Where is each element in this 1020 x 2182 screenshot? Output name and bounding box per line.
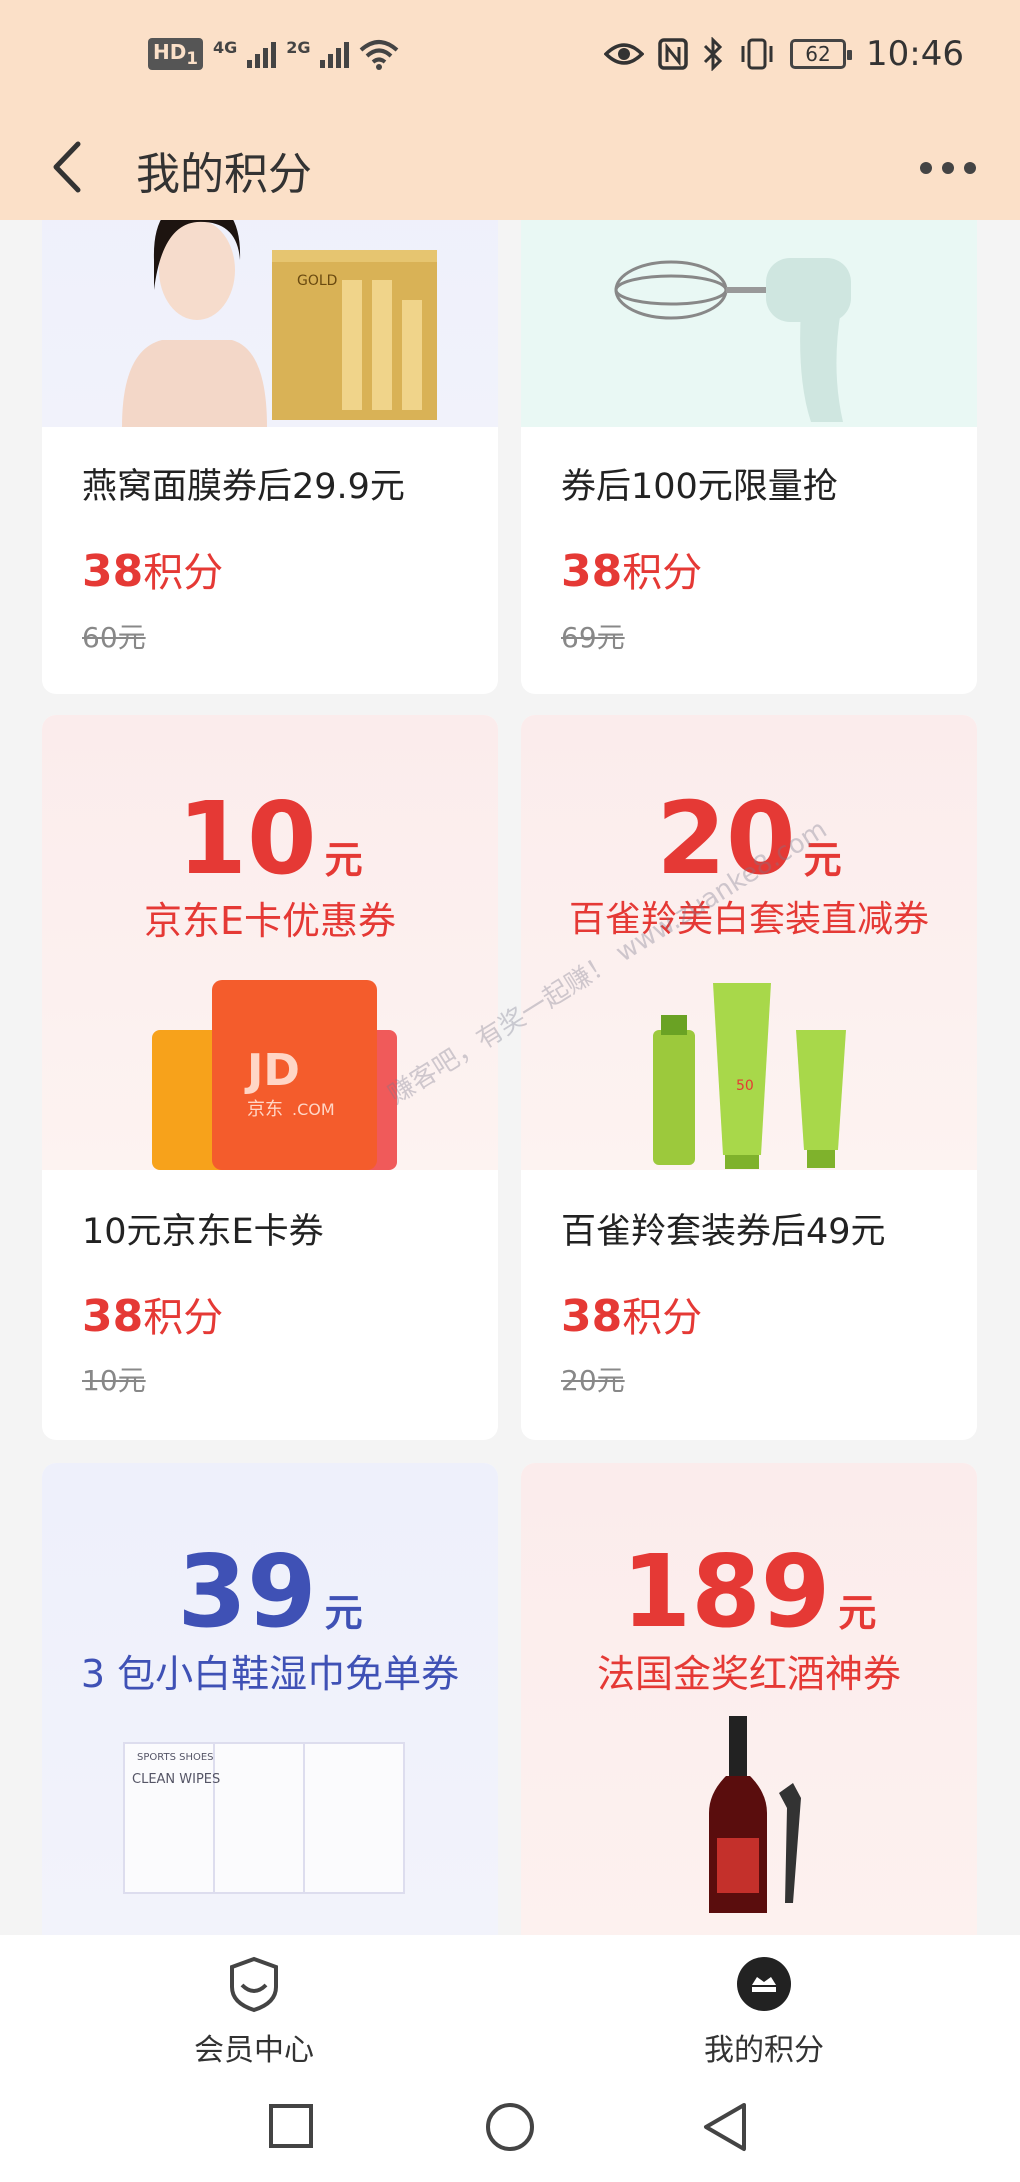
wipes-title: CLEAN WIPES [132, 1772, 220, 1787]
product-image-wipes: 39 元 3 包小白鞋湿巾免单券 SPORTS SHOES CLEAN WIPES [42, 1463, 498, 1935]
product-name: 10元京东E卡券 [82, 1212, 324, 1252]
hd-badge: HD1 [148, 38, 203, 70]
status-bar: HD1 4G 2G 62 10:46 [0, 0, 1020, 120]
original-price: 10元 [82, 1364, 146, 1397]
clock: 10:46 [866, 34, 964, 74]
recent-apps-icon[interactable] [268, 2103, 314, 2149]
jd-card-logo: JD [244, 1045, 300, 1096]
product-name: 券后100元限量抢 [561, 467, 838, 507]
product-name: 百雀羚套装券后49元 [561, 1212, 886, 1252]
shield-face-icon [230, 1956, 278, 2013]
mask-box-text: GOLD [297, 273, 337, 289]
network-2g-label: 2G [286, 38, 311, 57]
back-arrow-icon[interactable] [40, 132, 100, 202]
product-image-pechoin: 20 元 百雀羚美白套装直减券 50 [521, 715, 977, 1170]
points-price: 38积分 [561, 546, 703, 597]
product-card[interactable]: 券后100元限量抢 38积分 69元 [521, 150, 977, 694]
product-card[interactable]: 20 元 百雀羚美白套装直减券 50 百雀羚套装券后49元 38积分 20元 [521, 715, 977, 1440]
wipes-brand: SPORTS SHOES [137, 1752, 214, 1763]
nfc-icon [658, 38, 688, 70]
page-title: 我的积分 [136, 149, 312, 200]
points-price: 38积分 [82, 546, 224, 597]
bottle-spf-text: 50 [736, 1078, 754, 1094]
points-price: 38积分 [82, 1291, 224, 1342]
original-price: 60元 [82, 621, 146, 654]
jd-card-domain: .COM [292, 1100, 335, 1119]
product-name: 燕窝面膜券后29.9元 [82, 467, 405, 507]
product-image-jd-card: 10 元 京东E卡优惠券 JD 京东 .COM [42, 715, 498, 1170]
jd-card-sub: 京东 [247, 1099, 283, 1120]
nav-my-points[interactable]: 我的积分 [614, 1955, 914, 2069]
bottom-nav: 会员中心 我的积分 [0, 1935, 1020, 2075]
app-header: 我的积分 [0, 120, 1020, 220]
system-nav-bar [0, 2075, 1020, 2182]
more-options-icon[interactable] [912, 148, 984, 188]
original-price: 20元 [561, 1364, 625, 1397]
nav-member-center[interactable]: 会员中心 [104, 1955, 404, 2069]
wifi-icon [360, 40, 399, 70]
network-4g-label: 4G [212, 38, 238, 57]
bluetooth-icon [703, 37, 723, 71]
vibrate-icon [741, 38, 773, 70]
product-card[interactable]: GOLD 燕窝面膜券后29.9元 38积分 60元 [42, 150, 498, 694]
original-price: 69元 [561, 621, 625, 654]
eye-icon [604, 43, 645, 65]
product-image-wine: 189 元 法国金奖红酒神券 [521, 1463, 977, 1935]
home-icon[interactable] [484, 2101, 536, 2153]
battery-icon: 62 [790, 39, 853, 69]
top-bar: HD1 4G 2G 62 10:46 我的积分 [0, 0, 1020, 220]
product-card[interactable]: 39 元 3 包小白鞋湿巾免单券 SPORTS SHOES CLEAN WIPES [42, 1463, 498, 1935]
points-price: 38积分 [561, 1291, 703, 1342]
product-card[interactable]: 189 元 法国金奖红酒神券 [521, 1463, 977, 1935]
signal-icon [320, 40, 350, 68]
back-triangle-icon[interactable] [700, 2101, 750, 2153]
points-icon [737, 1957, 791, 2011]
signal-icon [247, 40, 277, 68]
